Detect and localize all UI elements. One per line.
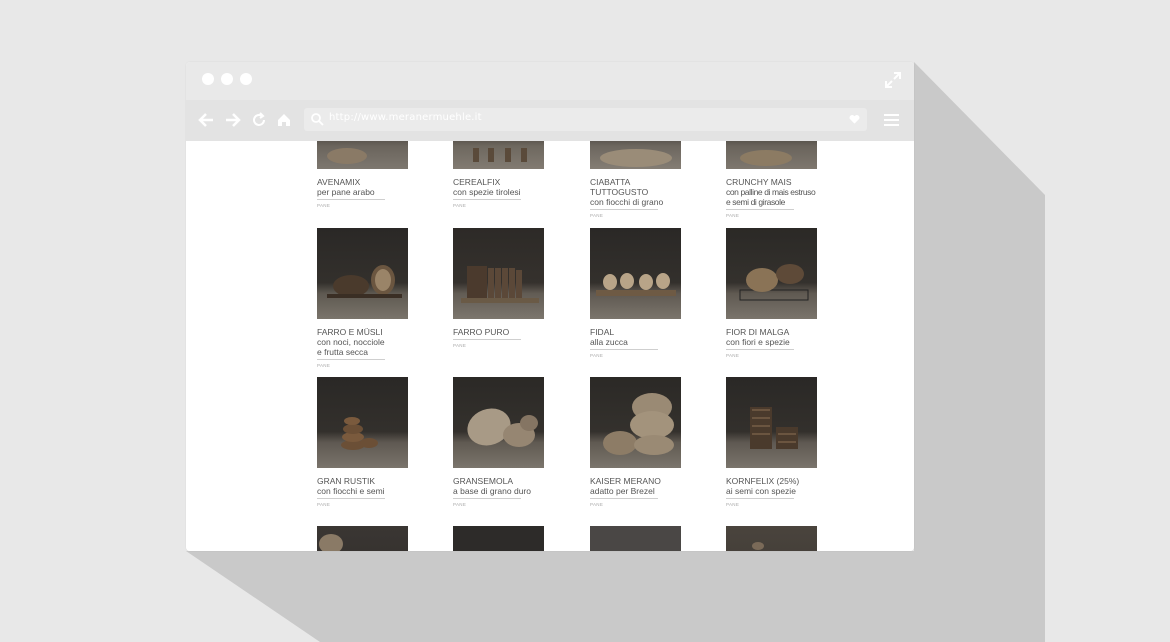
product-image[interactable]: [453, 141, 544, 169]
home-icon[interactable]: [276, 112, 292, 128]
product-description: con palline di mais estruso e semi di gi…: [726, 187, 816, 207]
product-card[interactable]: CIABATTA TUTTOGUSTO con fiocchi di grano…: [590, 141, 682, 218]
url-text[interactable]: http://www.meranermuehle.it: [329, 112, 482, 123]
product-image[interactable]: [726, 141, 817, 169]
product-image[interactable]: [453, 526, 544, 551]
product-name[interactable]: FIDAL: [590, 327, 682, 337]
product-card[interactable]: FIDAL alla zucca PANE: [590, 228, 682, 358]
divider: [590, 498, 658, 499]
product-name[interactable]: FARRO PURO: [453, 327, 545, 337]
product-name[interactable]: CRUNCHY MAIS: [726, 177, 818, 187]
product-category: PANE: [317, 203, 331, 208]
product-image[interactable]: [453, 228, 544, 319]
product-card[interactable]: [317, 526, 409, 551]
product-category: PANE: [590, 502, 604, 507]
divider: [453, 339, 521, 340]
product-card[interactable]: [453, 526, 545, 551]
browser-toolbar: http://www.meranermuehle.it: [186, 100, 914, 141]
product-image[interactable]: [590, 377, 681, 468]
product-card[interactable]: AVENAMIX per pane arabo PANE: [317, 141, 409, 208]
product-card[interactable]: GRANSEMOLA a base di grano duro PANE: [453, 377, 545, 507]
product-name[interactable]: KORNFELIX (25%): [726, 476, 818, 486]
divider: [726, 498, 794, 499]
product-description: con noci, nocciole e frutta secca: [317, 337, 385, 357]
product-image[interactable]: [590, 228, 681, 319]
product-image[interactable]: [453, 377, 544, 468]
product-category: PANE: [590, 213, 604, 218]
product-description: con fiocchi di grano: [590, 197, 664, 207]
product-card[interactable]: CRUNCHY MAIS con palline di mais estruso…: [726, 141, 818, 218]
product-card[interactable]: FARRO E MÜSLI con noci, nocciole e frutt…: [317, 228, 409, 368]
product-image[interactable]: [590, 141, 681, 169]
address-bar[interactable]: http://www.meranermuehle.it: [304, 108, 867, 131]
back-arrow-icon[interactable]: [198, 112, 214, 128]
product-image[interactable]: [317, 377, 408, 468]
product-description: alla zucca: [590, 337, 628, 347]
browser-window: http://www.meranermuehle.it AVENAMIX per…: [186, 62, 914, 551]
product-description: a base di grano duro: [453, 486, 531, 496]
divider: [726, 349, 794, 350]
reload-icon[interactable]: [251, 112, 267, 128]
product-name[interactable]: FIOR DI MALGA: [726, 327, 818, 337]
product-description: con spezie tirolesi: [453, 187, 521, 197]
divider: [726, 209, 794, 210]
product-description: per pane arabo: [317, 187, 375, 197]
product-category: PANE: [453, 502, 467, 507]
product-card[interactable]: KAISER MERANO adatto per Brezel PANE: [590, 377, 682, 507]
product-category: PANE: [453, 343, 467, 348]
product-card[interactable]: [590, 526, 682, 551]
divider: [590, 209, 658, 210]
forward-arrow-icon[interactable]: [225, 112, 241, 128]
product-card[interactable]: [726, 526, 818, 551]
product-description: ai semi con spezie: [726, 486, 796, 496]
product-name[interactable]: KAISER MERANO: [590, 476, 682, 486]
window-close-dot[interactable]: [202, 73, 214, 85]
page-content: AVENAMIX per pane arabo PANE CEREALFIX c…: [186, 141, 914, 551]
product-name[interactable]: GRANSEMOLA: [453, 476, 545, 486]
product-category: PANE: [317, 502, 331, 507]
product-card[interactable]: FARRO PURO PANE: [453, 228, 545, 348]
product-category: PANE: [726, 502, 740, 507]
product-name[interactable]: CIABATTA TUTTOGUSTO: [590, 177, 682, 197]
product-category: PANE: [726, 213, 740, 218]
divider: [317, 359, 385, 360]
product-name[interactable]: AVENAMIX: [317, 177, 409, 187]
divider: [453, 498, 521, 499]
divider: [590, 349, 658, 350]
expand-icon[interactable]: [884, 71, 902, 89]
product-image[interactable]: [317, 228, 408, 319]
product-category: PANE: [726, 353, 740, 358]
product-category: PANE: [317, 363, 331, 368]
product-card[interactable]: FIOR DI MALGA con fiori e spezie PANE: [726, 228, 818, 358]
heart-icon[interactable]: [849, 114, 860, 125]
window-minimize-dot[interactable]: [221, 73, 233, 85]
product-image[interactable]: [317, 526, 408, 551]
divider: [453, 199, 521, 200]
product-category: PANE: [453, 203, 467, 208]
product-category: PANE: [590, 353, 604, 358]
product-image[interactable]: [317, 141, 408, 169]
search-icon: [311, 113, 324, 126]
product-image[interactable]: [590, 526, 681, 551]
product-description: adatto per Brezel: [590, 486, 655, 496]
divider: [317, 498, 385, 499]
product-card[interactable]: CEREALFIX con spezie tirolesi PANE: [453, 141, 545, 208]
product-name[interactable]: CEREALFIX: [453, 177, 545, 187]
product-image[interactable]: [726, 228, 817, 319]
product-description: con fiori e spezie: [726, 337, 790, 347]
product-name[interactable]: FARRO E MÜSLI: [317, 327, 409, 337]
product-image[interactable]: [726, 526, 817, 551]
product-image[interactable]: [726, 377, 817, 468]
menu-icon[interactable]: [884, 112, 899, 127]
product-name[interactable]: GRAN RUSTIK: [317, 476, 409, 486]
divider: [317, 199, 385, 200]
title-bar: [186, 62, 914, 100]
product-description: con fiocchi e semi: [317, 486, 385, 496]
product-card[interactable]: KORNFELIX (25%) ai semi con spezie PANE: [726, 377, 818, 507]
window-maximize-dot[interactable]: [240, 73, 252, 85]
product-card[interactable]: GRAN RUSTIK con fiocchi e semi PANE: [317, 377, 409, 507]
